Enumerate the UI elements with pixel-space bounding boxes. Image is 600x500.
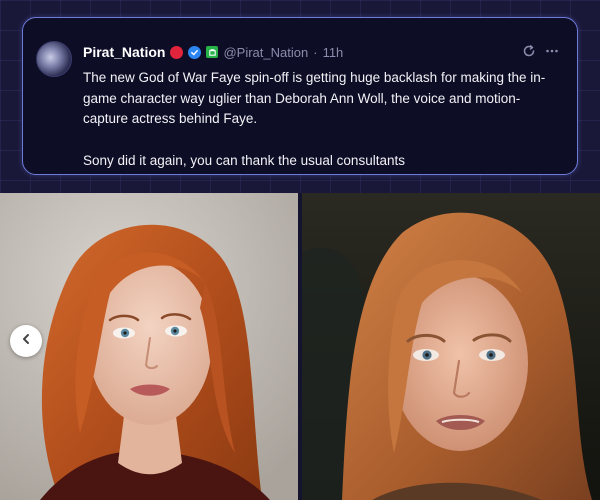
display-name[interactable]: Pirat_Nation	[83, 44, 165, 60]
tweet-paragraph-2: Sony did it again, you can thank the usu…	[83, 152, 405, 168]
chevron-left-icon	[20, 332, 32, 350]
tweet-actions	[522, 44, 559, 58]
tweet-card[interactable]: Pirat_Nation @Pirat_Nation · 11h The new…	[22, 17, 578, 175]
verified-badge-icon	[188, 45, 202, 59]
tweet-paragraph-1: The new God of War Faye spin-off is gett…	[83, 70, 546, 126]
timestamp[interactable]: 11h	[323, 45, 344, 60]
tweet-body: The new God of War Faye spin-off is gett…	[83, 68, 563, 171]
separator-dot: ·	[313, 44, 318, 60]
red-circle-badge-icon	[170, 45, 184, 59]
affiliate-badge-icon	[206, 46, 219, 58]
actress-photo[interactable]	[0, 193, 298, 500]
avatar[interactable]	[36, 41, 72, 77]
user-handle[interactable]: @Pirat_Nation	[223, 45, 308, 60]
more-icon[interactable]	[545, 44, 559, 58]
tweet-header: Pirat_Nation @Pirat_Nation · 11h	[83, 43, 343, 61]
tweet-screenshot-band: Pirat_Nation @Pirat_Nation · 11h The new…	[0, 0, 600, 193]
carousel-prev-button[interactable]	[10, 325, 42, 357]
game-character-render[interactable]	[302, 193, 600, 500]
refresh-icon[interactable]	[522, 44, 536, 58]
